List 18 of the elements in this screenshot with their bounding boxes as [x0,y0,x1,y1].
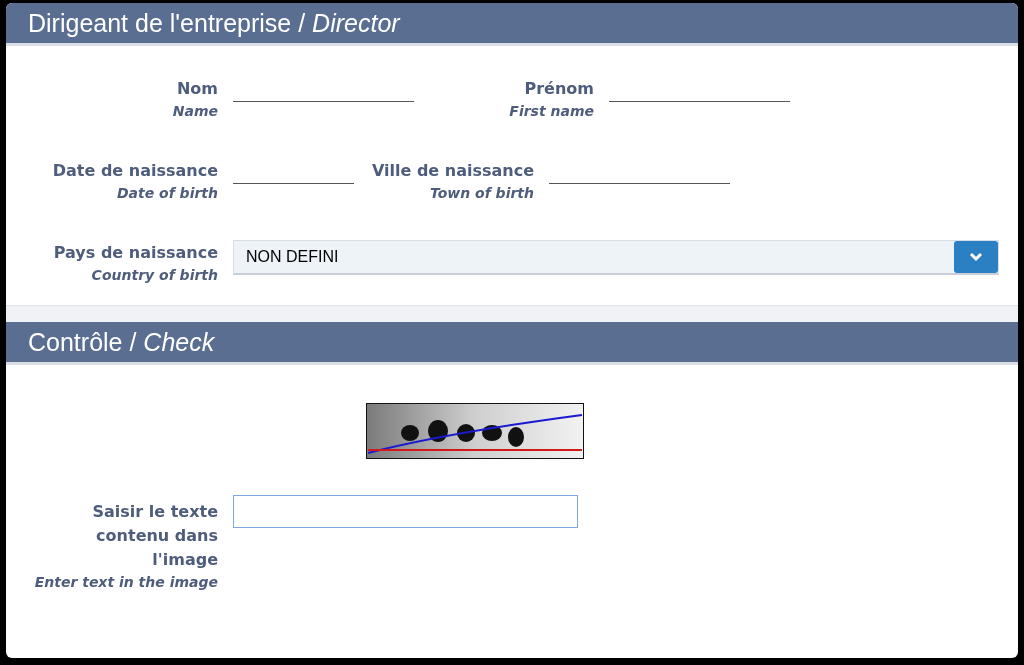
field-label: Enter text in the image [33,573,218,592]
field-label: Town of birth [428,184,534,203]
field-label: Ville de naissance [370,160,534,182]
input-field[interactable] [233,495,578,528]
field-label: Country of birth [90,266,218,285]
dropdown-button[interactable] [954,241,998,273]
dropdown[interactable]: NON DEFINI [233,240,999,275]
section-title: Contrôle / Check [28,327,215,357]
field-label: Name [171,102,218,121]
field-label: Prénom [523,78,594,100]
field-label: Date of birth [115,184,218,203]
field-label: Nom [175,78,218,100]
chevron-down-icon [969,252,983,262]
field-label: First name [508,102,594,121]
field-label: Date de naissance [51,160,218,182]
field-label: Pays de naissance [52,242,218,264]
field-label: Saisir le texte contenu dans l'image [91,501,218,571]
section-title: Dirigeant de l'entreprise / Director [28,8,400,38]
